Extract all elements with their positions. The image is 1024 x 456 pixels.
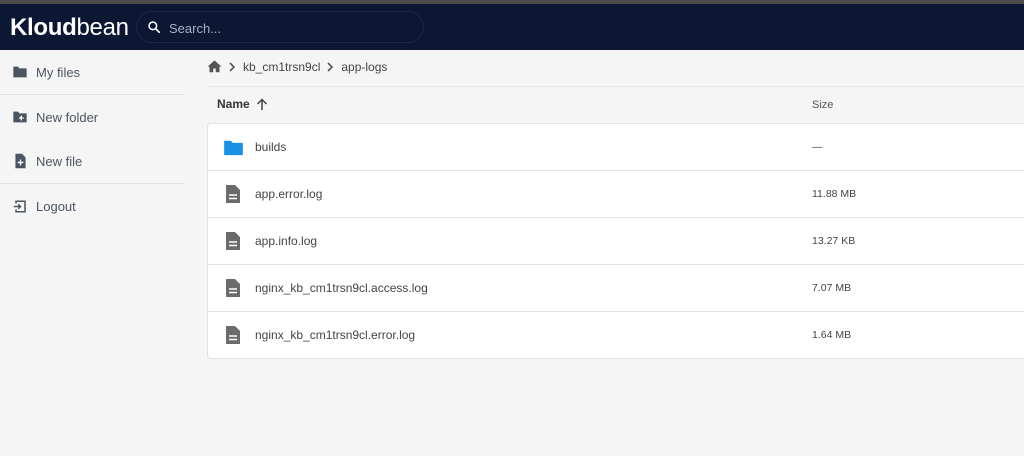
sidebar-item-new-folder[interactable]: New folder [0,95,184,139]
file-icon [222,230,244,252]
column-header-name-label: Name [217,97,250,111]
file-list-row[interactable]: nginx_kb_cm1trsn9cl.access.log 7.07 MB [207,264,1024,311]
file-list-row[interactable]: nginx_kb_cm1trsn9cl.error.log 1.64 MB [207,311,1024,359]
file-size: 11.88 MB [812,188,857,200]
file-list-header: Name Size [207,86,1024,123]
breadcrumb: kb_cm1trsn9cl app-logs [207,58,387,76]
sidebar-item-label: New file [36,153,83,169]
search-input[interactable] [167,17,411,39]
new-folder-icon [12,109,28,125]
file-list-row[interactable]: app.error.log 11.88 MB [207,170,1024,217]
file-name: app.info.log [255,234,318,248]
file-icon [222,277,244,299]
folder-icon [222,136,244,158]
chevron-right-icon [229,62,236,72]
search-icon [148,21,161,34]
file-size: 1.64 MB [812,329,852,341]
kloudbean-logo[interactable]: Kloudbean [10,16,129,40]
sidebar-item-label: Logout [36,198,76,214]
column-header-size[interactable]: Size [812,99,833,111]
app-header: Kloudbean [0,4,1024,50]
file-size: — [812,141,823,153]
sidebar-item-label: My files [36,64,81,80]
sidebar: My files New folder New file Logout [0,50,184,228]
file-icon [222,324,244,346]
breadcrumb-item[interactable]: kb_cm1trsn9cl [243,60,320,74]
logo-text-bold: Kloud [10,14,77,41]
sidebar-item-new-file[interactable]: New file [0,139,184,183]
sidebar-item-my-files[interactable]: My files [0,50,184,94]
new-file-icon [12,153,28,169]
column-header-name[interactable]: Name [217,97,268,111]
file-name: builds [255,140,287,154]
logout-icon [12,198,28,214]
file-list-row-folder[interactable]: builds — [207,123,1024,170]
file-name: nginx_kb_cm1trsn9cl.access.log [255,281,428,295]
home-icon[interactable] [207,59,222,76]
breadcrumb-item-current[interactable]: app-logs [341,60,387,74]
arrow-up-icon [256,97,267,110]
sidebar-item-logout[interactable]: Logout [0,184,184,228]
logo-text-light: bean [76,14,129,41]
file-list-row[interactable]: app.info.log 13.27 KB [207,217,1024,264]
file-size: 13.27 KB [812,235,856,247]
file-icon [222,183,244,205]
file-name: app.error.log [255,187,323,201]
file-name: nginx_kb_cm1trsn9cl.error.log [255,328,416,342]
folder-icon [12,64,28,80]
file-size: 7.07 MB [812,282,852,294]
chevron-right-icon [327,62,334,72]
sidebar-item-label: New folder [36,109,99,125]
search-box[interactable] [136,11,424,43]
file-list: builds — app.error.log 11.88 MB app.info… [207,123,1024,359]
